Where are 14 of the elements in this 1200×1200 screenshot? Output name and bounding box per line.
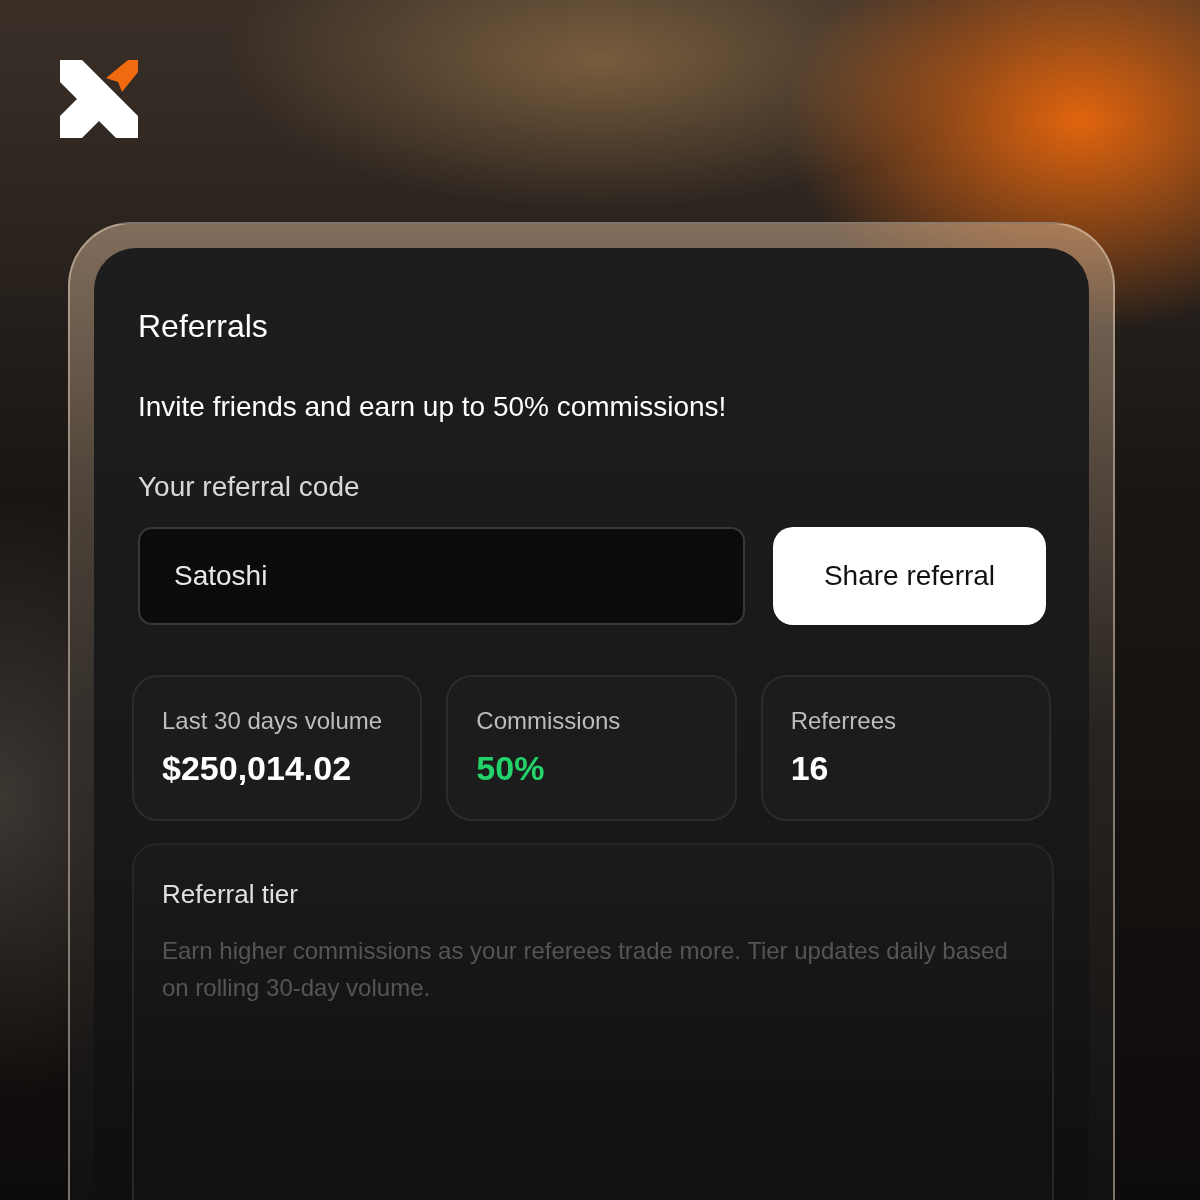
tagline: Invite friends and earn up to 50% commissions!: [138, 391, 728, 423]
logo-icon: [60, 60, 138, 138]
tier-description: Earn higher commissions as your referees trade more. Tier updates daily based on rolling 30-day volume.: [162, 936, 1009, 1003]
stat-value: $250,014.02: [162, 749, 353, 788]
field-label: Your referral code: [138, 471, 361, 503]
stat-label: Last 30 days volume: [162, 707, 384, 735]
referral-code-field[interactable]: Satoshi: [138, 527, 745, 625]
stat-label: Referrees: [790, 707, 898, 735]
stat-value: 16: [790, 749, 830, 788]
panel-title: Referrals: [138, 308, 269, 345]
share-button[interactable]: Share referral: [773, 527, 1046, 625]
stat-label: Commissions: [476, 707, 622, 735]
stat-value: 50%: [476, 749, 546, 788]
tier-title: Referral tier: [162, 879, 299, 910]
